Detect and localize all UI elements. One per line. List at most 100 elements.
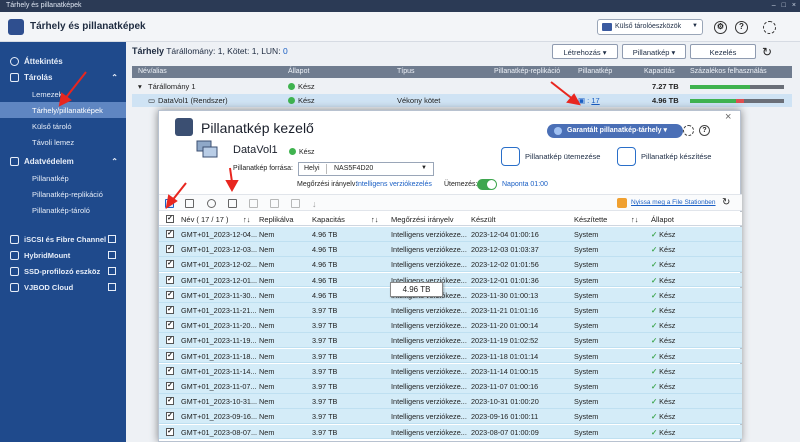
row-checkbox[interactable]: ✓	[166, 275, 174, 284]
row-checkbox[interactable]: ✓	[166, 397, 174, 406]
snapshot-button[interactable]: Pillanatkép ▾	[622, 44, 686, 59]
external-tools-dropdown[interactable]: Külső tárolóeszközök ▼	[597, 19, 703, 35]
column-header-name[interactable]: Név ( 17 / 17 )	[181, 215, 229, 224]
minimize-icon[interactable]: –	[772, 2, 776, 9]
open-in-file-station-link[interactable]: Nyissa meg a File Stationben	[631, 199, 716, 206]
refresh-icon[interactable]: ↻	[722, 197, 730, 208]
row-checkbox[interactable]: ✓	[166, 412, 174, 421]
clone-icon[interactable]	[270, 199, 279, 208]
row-checkbox[interactable]: ✓	[166, 382, 174, 390]
guaranteed-space-badge[interactable]: Garantált pillanatkép-tárhely ▾	[547, 124, 683, 138]
sidebar: Áttekintés Tárolás ⌃ Lemezek Tárhely/pill…	[0, 42, 126, 442]
help-icon[interactable]: ?	[735, 21, 748, 34]
sidebar-item-external-storage[interactable]: Külső tároló	[0, 118, 126, 134]
expand-icon[interactable]: ▾	[138, 82, 142, 91]
column-header-created[interactable]: Készült	[471, 215, 496, 224]
refresh-icon[interactable]: ↻	[762, 45, 772, 59]
table-row[interactable]: ✓ GMT+01_2023-11-21... Nem 3.97 TB Intellige…	[159, 303, 742, 318]
retention: Intelligens verziókeze...	[391, 321, 467, 331]
search-icon[interactable]	[207, 199, 216, 208]
sidebar-link-hybridmount[interactable]: HybridMount	[0, 248, 126, 264]
trash-icon[interactable]	[228, 199, 237, 208]
folder-icon[interactable]	[291, 199, 300, 208]
row-checkbox[interactable]: ✓	[166, 427, 174, 436]
sidebar-item-storage-snapshots[interactable]: Tárhely/pillanatképek	[0, 102, 126, 118]
schedule-link[interactable]: Naponta 01:00	[502, 181, 548, 188]
table-row[interactable]: ✓ GMT+01_2023-09-16... Nem 3.97 TB Intellige…	[159, 409, 742, 425]
sidebar-link-vjbod-cloud[interactable]: VJBOD Cloud	[0, 280, 126, 296]
table-row[interactable]: ✓ GMT+01_2023-08-07... Nem 3.97 TB Intellige…	[159, 424, 742, 440]
row-checkbox[interactable]: ✓	[166, 260, 174, 269]
sidebar-item-snapshot-replication[interactable]: Pillanatkép-replikáció	[0, 186, 126, 202]
snapshot-count-link[interactable]: ▣ : 17	[578, 96, 600, 105]
table-row[interactable]: ✓ GMT+01_2023-11-18... Nem 3.97 TB Intellige…	[159, 348, 742, 364]
gear-icon[interactable]	[683, 125, 694, 136]
column-header-status[interactable]: Állapot	[651, 215, 674, 224]
created: 2023-11-07 01:00:16	[471, 382, 539, 391]
table-row[interactable]: ✓ GMT+01_2023-11-19... Nem 3.97 TB Intellige…	[159, 333, 742, 349]
calendar-icon	[501, 147, 520, 166]
help-icon[interactable]: ?	[699, 125, 710, 136]
create-button[interactable]: Létrehozás ▾	[552, 44, 618, 59]
sidebar-item-snapshot[interactable]: Pillanatkép	[0, 170, 126, 186]
sort-icon[interactable]: ↑↓	[631, 215, 639, 224]
retention: Intelligens verziókeze...	[391, 306, 467, 315]
close-icon[interactable]: ×	[725, 111, 731, 123]
sidebar-item-remote-disk[interactable]: Távoli lemez	[0, 134, 126, 150]
row-checkbox[interactable]: ✓	[166, 230, 174, 238]
list-view-icon[interactable]	[165, 199, 174, 208]
replicated: Nem	[259, 397, 275, 407]
volume-name: DataVol1 (Rendszer)	[158, 96, 228, 105]
close-icon[interactable]: ×	[792, 2, 796, 9]
sidebar-item-overview[interactable]: Áttekintés	[0, 54, 126, 70]
snapshot-name: GMT+01_2023-11-20...	[181, 321, 257, 331]
maximize-icon[interactable]: □	[782, 2, 786, 9]
table-row[interactable]: ✓ GMT+01_2023-12-04... Nem 4.96 TB Intellige…	[159, 227, 742, 242]
sidebar-item-snapshot-vault[interactable]: Pillanatkép-tároló	[0, 202, 126, 218]
table-row[interactable]: ✓ GMT+01_2023-11-07... Nem 3.97 TB Intellige…	[159, 379, 742, 394]
manage-button[interactable]: Kezelés	[690, 44, 756, 59]
row-checkbox[interactable]: ✓	[166, 306, 174, 314]
schedule-snapshot-button[interactable]: Pillanatkép ütemezése	[501, 147, 600, 167]
select-all-checkbox[interactable]: ✓	[166, 215, 174, 223]
capacity-bar	[690, 99, 736, 103]
edit-icon[interactable]	[249, 199, 258, 208]
row-checkbox[interactable]: ✓	[166, 366, 174, 375]
take-snapshot-button[interactable]: Pillanatkép készítése	[617, 147, 711, 167]
snapshot-source-select[interactable]: Helyi NAS5F4D20 ▼	[298, 162, 434, 176]
row-checkbox[interactable]: ✓	[166, 321, 174, 330]
sidebar-item-disks[interactable]: Lemezek	[0, 86, 126, 102]
row-checkbox[interactable]: ✓	[166, 336, 174, 345]
table-row[interactable]: ✓GMT+01_2023-11-30...Nem4.96 TBIntellige…	[159, 287, 742, 303]
sidebar-link-iscsi[interactable]: iSCSI és Fibre Channel	[0, 232, 126, 248]
sidebar-section-storage[interactable]: Tárolás ⌃	[0, 70, 126, 86]
table-row[interactable]: ✓ GMT+01_2023-10-31... Nem 3.97 TB Intellige…	[159, 394, 742, 409]
table-row[interactable]: ✓ GMT+01_2023-11-14... Nem 3.97 TB Intellige…	[159, 363, 742, 379]
created: 2023-12-03 01:03:37	[471, 245, 539, 255]
gear-icon[interactable]	[763, 21, 776, 34]
sidebar-link-ssd-profiling[interactable]: SSD-profilozó eszköz	[0, 264, 126, 280]
timeline-view-icon[interactable]	[185, 199, 194, 208]
sort-icon[interactable]: ↑↓	[243, 215, 251, 224]
column-header-created-by[interactable]: Készítette	[574, 215, 607, 224]
table-row[interactable]: ✓ GMT+01_2023-12-02... Nem 4.96 TB Intellige…	[159, 257, 742, 273]
schedule-toggle[interactable]	[477, 179, 497, 190]
column-header-capacity[interactable]: Kapacitás	[312, 215, 345, 224]
table-row[interactable]: ✓ GMT+01_2023-11-20... Nem 3.97 TB Intellige…	[159, 318, 742, 333]
row-checkbox[interactable]: ✓	[166, 245, 174, 254]
row-checkbox[interactable]: ✓	[166, 290, 174, 299]
table-row[interactable]: ▭ DataVol1 (Rendszer) Kész Vékony kötet …	[132, 94, 792, 107]
settings-icon[interactable]: ⚙	[714, 21, 727, 34]
row-checkbox[interactable]: ✓	[166, 351, 174, 360]
sidebar-section-protection[interactable]: Adatvédelem ⌃	[0, 154, 126, 170]
status-text: Kész	[659, 245, 676, 255]
table-row[interactable]: ▾ Tárállomány 1 Kész 7.27 TB	[132, 80, 792, 93]
table-row[interactable]: ✓ GMT+01_2023-12-01... Nem 4.96 TB Intellige…	[159, 272, 742, 288]
column-header-retention[interactable]: Megőrzési irányelv	[391, 215, 454, 224]
status: ✓ Kész	[651, 397, 675, 406]
sort-icon[interactable]: ↑↓	[371, 215, 379, 224]
retention-link[interactable]: Intelligens verziókezelés	[356, 181, 432, 188]
table-row[interactable]: ✓ GMT+01_2023-12-03... Nem 4.96 TB Intellige…	[159, 242, 742, 257]
column-header-replicated[interactable]: Replikálva	[259, 215, 294, 224]
download-icon[interactable]: ↓	[312, 199, 321, 209]
